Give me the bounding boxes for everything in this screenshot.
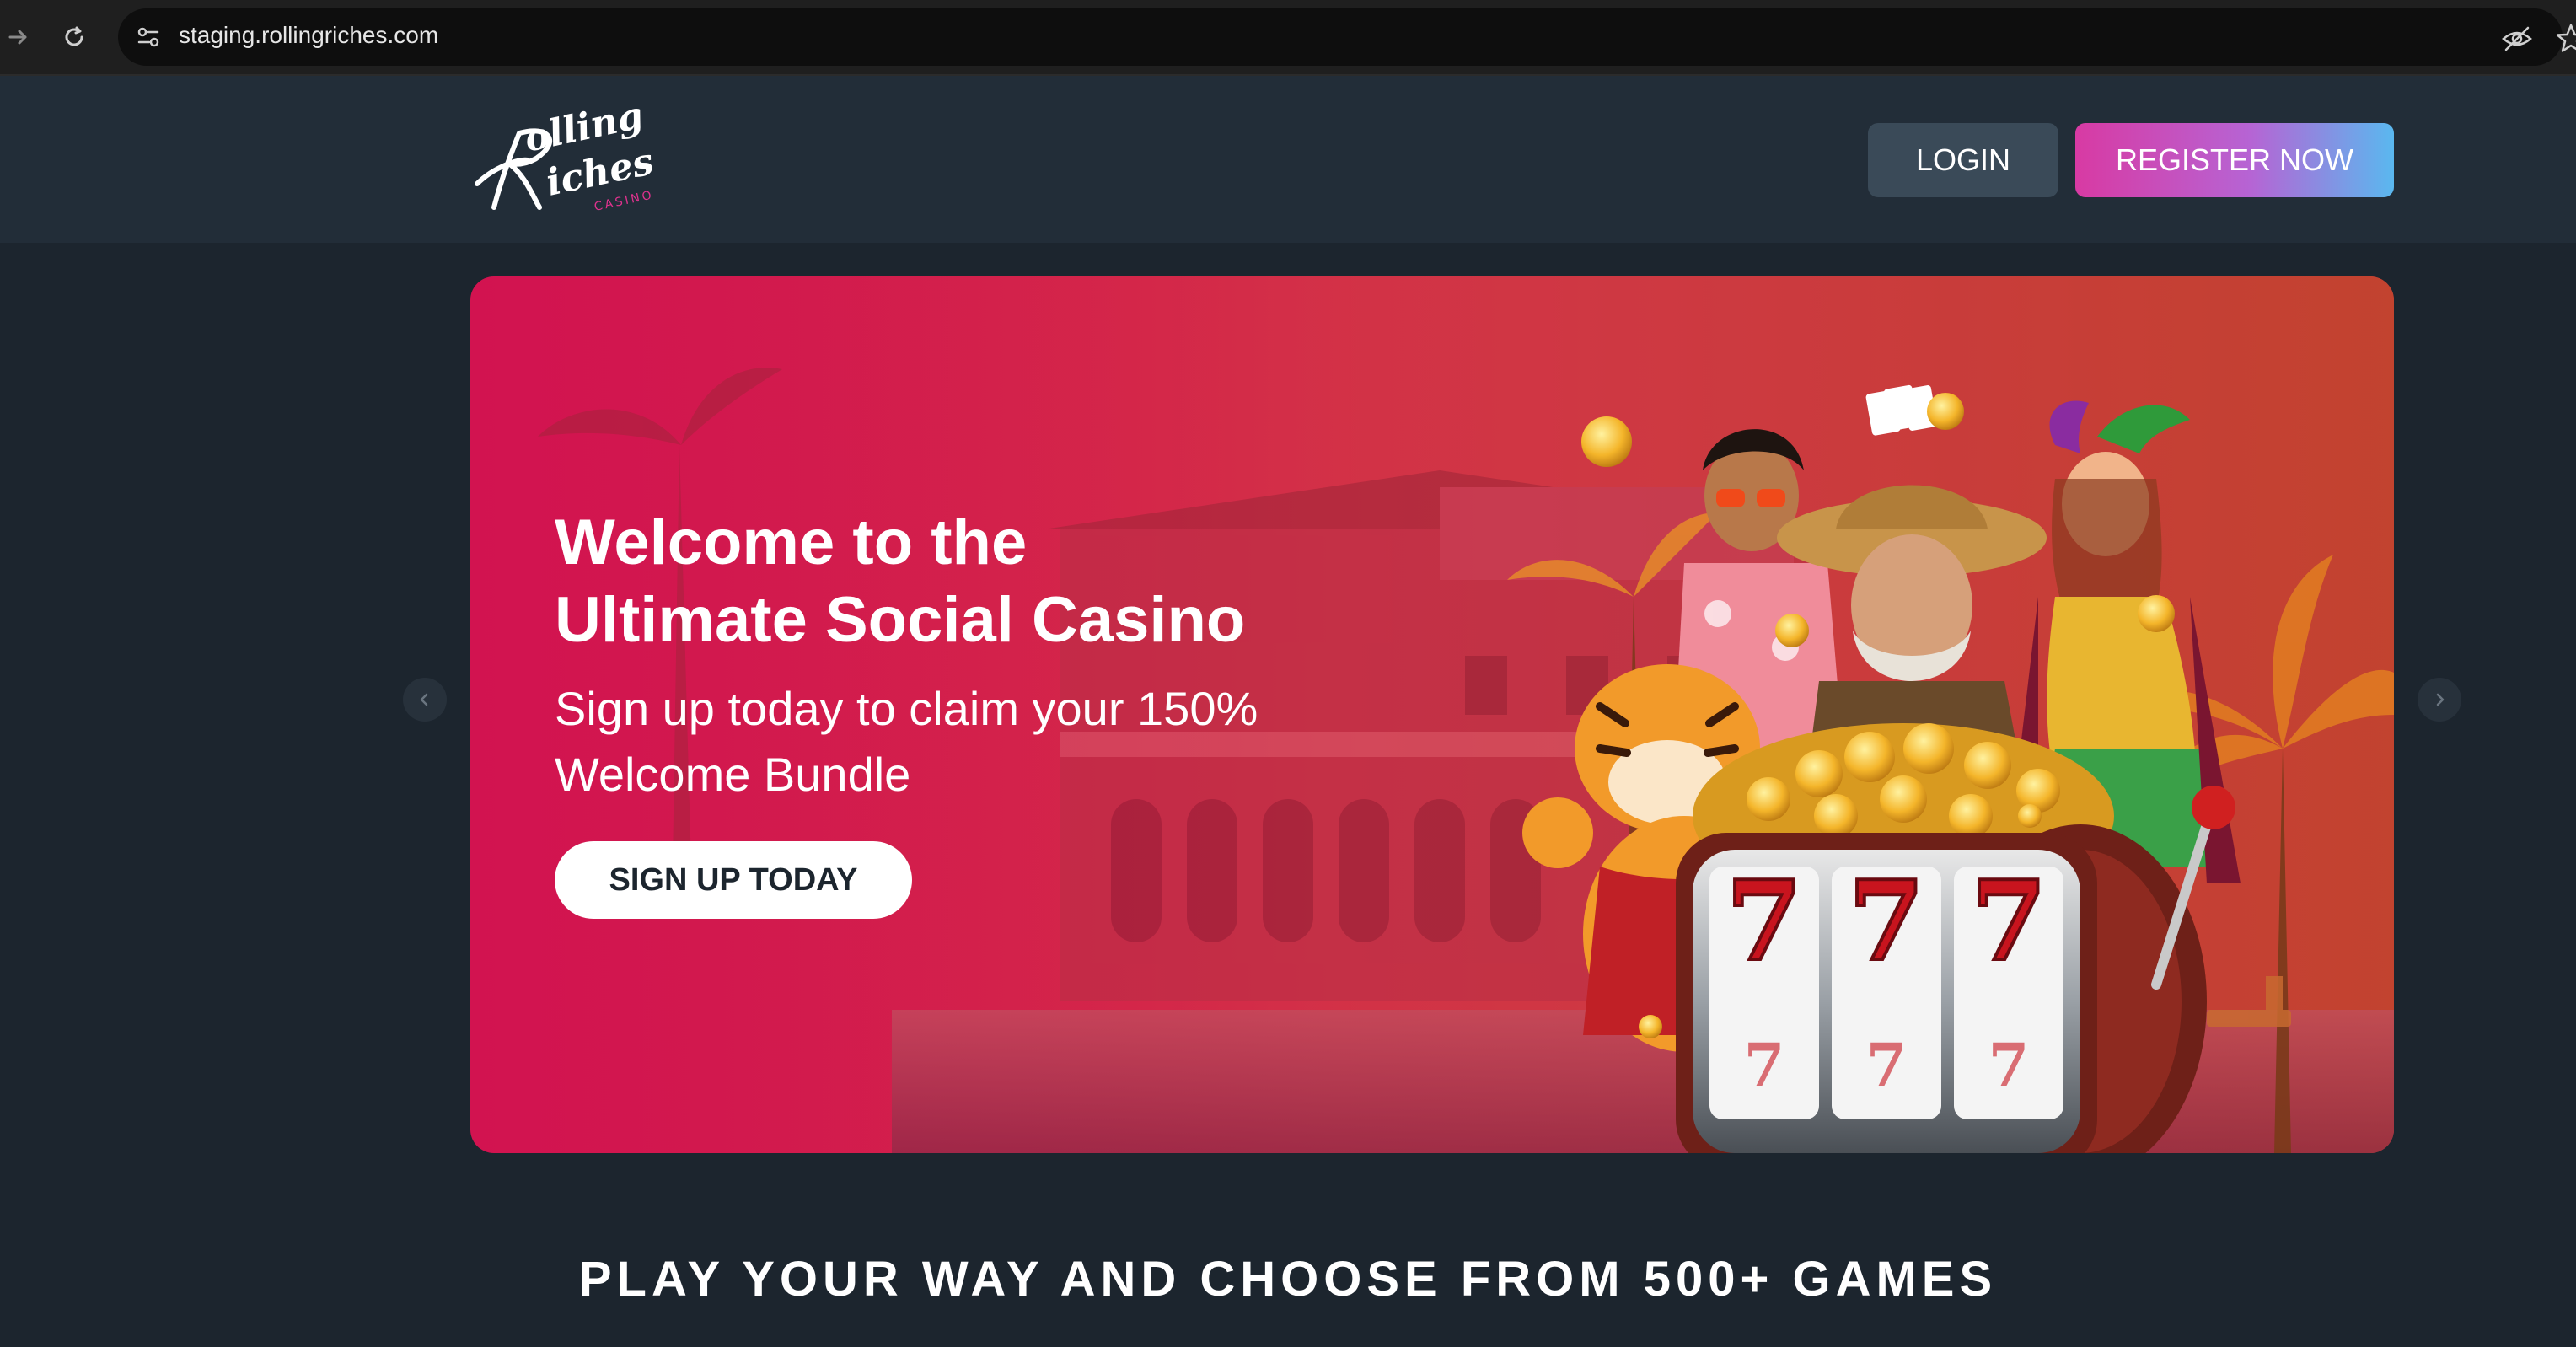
rolling-riches-logo[interactable]: olling iches CASINO [469, 94, 671, 226]
url-text[interactable]: staging.rollingriches.com [179, 22, 438, 49]
hero-subtitle: Sign up today to claim your 150% Welcome… [555, 682, 1258, 801]
login-button[interactable]: LOGIN [1868, 123, 2058, 197]
reload-icon[interactable] [56, 19, 93, 56]
chevron-right-icon [2436, 693, 2445, 706]
address-bar[interactable] [118, 8, 2563, 66]
hero-text-block: Welcome to the Ultimate Social Casino Si… [555, 504, 1398, 919]
eye-off-icon[interactable] [2500, 22, 2534, 56]
site-info-icon[interactable] [131, 20, 165, 54]
star-icon[interactable] [2554, 22, 2576, 56]
slot-reel-1-lower: 7 [1744, 1030, 1785, 1100]
carousel-prev-button[interactable] [403, 678, 447, 722]
carousel-next-button[interactable] [2418, 678, 2461, 722]
browser-toolbar: staging.rollingriches.com [0, 0, 2576, 76]
games-section-title: PLAY YOUR WAY AND CHOOSE FROM 500+ GAMES [578, 1252, 1998, 1307]
hero-title: Welcome to the Ultimate Social Casino [555, 507, 1246, 656]
slot-reel-3-lower: 7 [1988, 1030, 2030, 1100]
forward-icon[interactable] [0, 19, 37, 56]
slot-reel-2-lower: 7 [1866, 1030, 1908, 1100]
slot-reel-2: 7 [1849, 856, 1924, 985]
slot-reel-1: 7 [1726, 856, 1802, 985]
register-now-button[interactable]: REGISTER NOW [2075, 123, 2394, 197]
chevron-left-icon [420, 693, 428, 706]
hero-banner[interactable]: 7 7 7 7 7 7 Welcome to the Ultimate Soci… [470, 276, 2394, 1153]
slot-reel-3: 7 [1971, 856, 2047, 985]
sign-up-today-button[interactable]: SIGN UP TODAY [555, 841, 912, 919]
